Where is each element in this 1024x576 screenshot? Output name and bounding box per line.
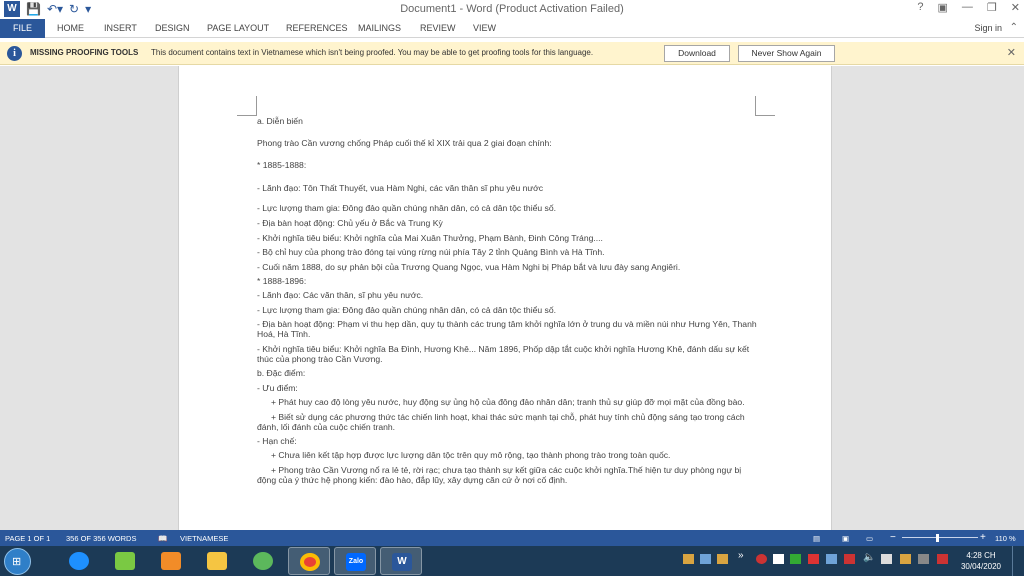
info-icon: i: [7, 46, 22, 61]
download-button[interactable]: Download: [664, 45, 730, 62]
paragraph: - Hạn chế:: [257, 436, 297, 447]
windows-logo-icon: ⊞: [12, 556, 22, 568]
zoom-slider-track[interactable]: [902, 537, 978, 538]
clock-time: 4:28 CH: [966, 551, 996, 560]
tray-app-icon[interactable]: [937, 554, 948, 564]
clock-date: 30/04/2020: [960, 562, 1002, 571]
tab-page-layout[interactable]: PAGE LAYOUT: [207, 19, 269, 38]
window-controls: ? ▣ — ❐ ✕: [917, 1, 1020, 14]
tab-insert[interactable]: INSERT: [104, 19, 137, 38]
crop-mark-top-right: [755, 96, 775, 116]
status-bar: PAGE 1 OF 1 356 OF 356 WORDS 📖 VIETNAMES…: [0, 530, 1024, 546]
document-area: a. Diễn biến Phong trào Cần vương chống …: [0, 66, 1024, 530]
paragraph: + Chưa liên kết tập hợp được lực lượng d…: [271, 450, 671, 461]
zoom-level[interactable]: 110 %: [995, 534, 1016, 543]
tab-review[interactable]: REVIEW: [420, 19, 456, 38]
file-explorer-icon[interactable]: [196, 547, 238, 575]
crop-mark-top-left: [237, 96, 257, 116]
paragraph: - Khởi nghĩa tiêu biểu: Khởi nghĩa Ba Đì…: [257, 343, 750, 364]
coccoc-icon[interactable]: [242, 547, 284, 575]
start-button[interactable]: ⊞: [4, 548, 31, 575]
paragraph: - Khởi nghĩa tiêu biểu: Khởi nghĩa của M…: [257, 232, 603, 243]
zalo-label: Zalo: [346, 553, 366, 571]
paragraph: + Biết sử dụng các phương thức tác chiến…: [257, 411, 745, 432]
paragraph: - Bộ chỉ huy của phong trào đóng tại vùn…: [257, 247, 605, 258]
taskbar: ⊞ Zalo W » 🔈 4:28 CH 30/04/2020: [0, 546, 1024, 576]
tray-app-icon[interactable]: [700, 554, 711, 564]
bluestacks-icon[interactable]: [104, 547, 146, 575]
tray-app-icon[interactable]: [683, 554, 694, 564]
network-icon[interactable]: [881, 554, 892, 564]
message-title: MISSING PROOFING TOOLS: [30, 48, 139, 57]
tray-app-icon[interactable]: [808, 554, 819, 564]
paragraph: b. Đặc điểm:: [257, 368, 306, 379]
sign-in-link[interactable]: Sign in: [974, 23, 1002, 33]
tab-design[interactable]: DESIGN: [155, 19, 190, 38]
language-indicator[interactable]: VIETNAMESE: [180, 534, 228, 543]
ribbon-display-options-icon[interactable]: ▣: [938, 1, 948, 14]
zalo-icon[interactable]: Zalo: [334, 547, 376, 575]
help-icon[interactable]: ?: [917, 1, 923, 14]
read-mode-icon[interactable]: ▤: [813, 534, 820, 543]
never-show-again-button[interactable]: Never Show Again: [738, 45, 835, 62]
tray-app-icon[interactable]: [826, 554, 837, 564]
document-page[interactable]: a. Diễn biến Phong trào Cần vương chống …: [178, 66, 832, 530]
window-title: Document1 - Word (Product Activation Fai…: [400, 3, 624, 15]
paragraph: - Ưu điểm:: [257, 382, 298, 393]
page-count[interactable]: PAGE 1 OF 1: [5, 534, 50, 543]
paragraph: + Phong trào Cần Vương nổ ra lẻ tẻ, rời …: [257, 464, 742, 486]
paragraph: - Cuối năm 1888, do sự phản bội của Trươ…: [257, 261, 681, 272]
paragraph: - Lãnh đạo: Các văn thân, sĩ phu yêu nướ…: [257, 290, 424, 301]
zoom-out-button[interactable]: −: [890, 532, 896, 543]
paragraph: - Lãnh đạo: Tôn Thất Thuyết, vua Hàm Ngh…: [257, 182, 544, 193]
tab-home[interactable]: HOME: [57, 19, 84, 38]
tray-app-icon[interactable]: [918, 554, 929, 564]
close-message-icon[interactable]: ✕: [1007, 46, 1016, 59]
tray-app-icon[interactable]: [790, 554, 801, 564]
paragraph: * 1885-1888:: [257, 160, 307, 171]
word-taskbar-icon[interactable]: W: [380, 547, 422, 575]
ribbon-tabs: FILE HOME INSERT DESIGN PAGE LAYOUT REFE…: [0, 19, 1024, 38]
ie-icon[interactable]: [58, 547, 100, 575]
paragraph: - Lực lượng tham gia: Đông đảo quần chún…: [257, 202, 557, 213]
tab-mailings[interactable]: MAILINGS: [358, 19, 401, 38]
zoom-in-button[interactable]: +: [980, 532, 986, 543]
paragraph: a. Diễn biến: [257, 116, 303, 126]
paragraph: - Lực lượng tham gia: Đông đảo quần chún…: [257, 304, 557, 315]
tray-app-icon[interactable]: [900, 554, 911, 564]
tray-app-icon[interactable]: [717, 554, 728, 564]
minimize-icon[interactable]: —: [962, 1, 973, 14]
title-bar: W 💾 ↶▾ ↻ ▾ Document1 - Word (Product Act…: [0, 0, 1024, 19]
chrome-icon[interactable]: [288, 547, 330, 575]
tray-app-icon[interactable]: [773, 554, 784, 564]
restore-icon[interactable]: ❐: [987, 1, 997, 14]
zoom-slider-thumb[interactable]: [936, 534, 939, 542]
close-window-icon[interactable]: ✕: [1011, 1, 1020, 14]
web-layout-icon[interactable]: ▭: [866, 534, 873, 543]
message-bar: i MISSING PROOFING TOOLS This document c…: [0, 42, 1024, 65]
volume-icon[interactable]: 🔈: [863, 552, 875, 563]
print-layout-icon[interactable]: ▣: [842, 534, 849, 543]
paragraph: - Địa bàn hoạt động: Phạm vi thu hẹp dần…: [257, 319, 757, 340]
show-desktop-button[interactable]: [1012, 546, 1024, 576]
message-text: This document contains text in Vietnames…: [151, 48, 594, 57]
document-body[interactable]: a. Diễn biến Phong trào Cần vương chống …: [257, 116, 757, 489]
tab-references[interactable]: REFERENCES: [286, 19, 348, 38]
tray-app-icon[interactable]: [756, 554, 767, 564]
paragraph: - Địa bàn hoạt động: Chủ yếu ở Bắc và Tr…: [257, 218, 443, 229]
clock[interactable]: 4:28 CH 30/04/2020: [958, 550, 1004, 572]
paragraph: * 1888-1896:: [257, 275, 307, 286]
collapse-ribbon-icon[interactable]: ⌃: [1010, 22, 1018, 33]
word-count[interactable]: 356 OF 356 WORDS: [66, 534, 136, 543]
show-hidden-icons-icon[interactable]: »: [738, 550, 744, 561]
tray-app-icon[interactable]: [844, 554, 855, 564]
proofing-icon[interactable]: 📖: [158, 534, 167, 543]
tab-view[interactable]: VIEW: [473, 19, 496, 38]
tab-file[interactable]: FILE: [0, 19, 45, 38]
paragraph: Phong trào Cần vương chống Pháp cuối thế…: [257, 138, 552, 149]
paragraph: + Phát huy cao độ lòng yêu nước, huy độn…: [271, 397, 745, 408]
media-player-icon[interactable]: [150, 547, 192, 575]
